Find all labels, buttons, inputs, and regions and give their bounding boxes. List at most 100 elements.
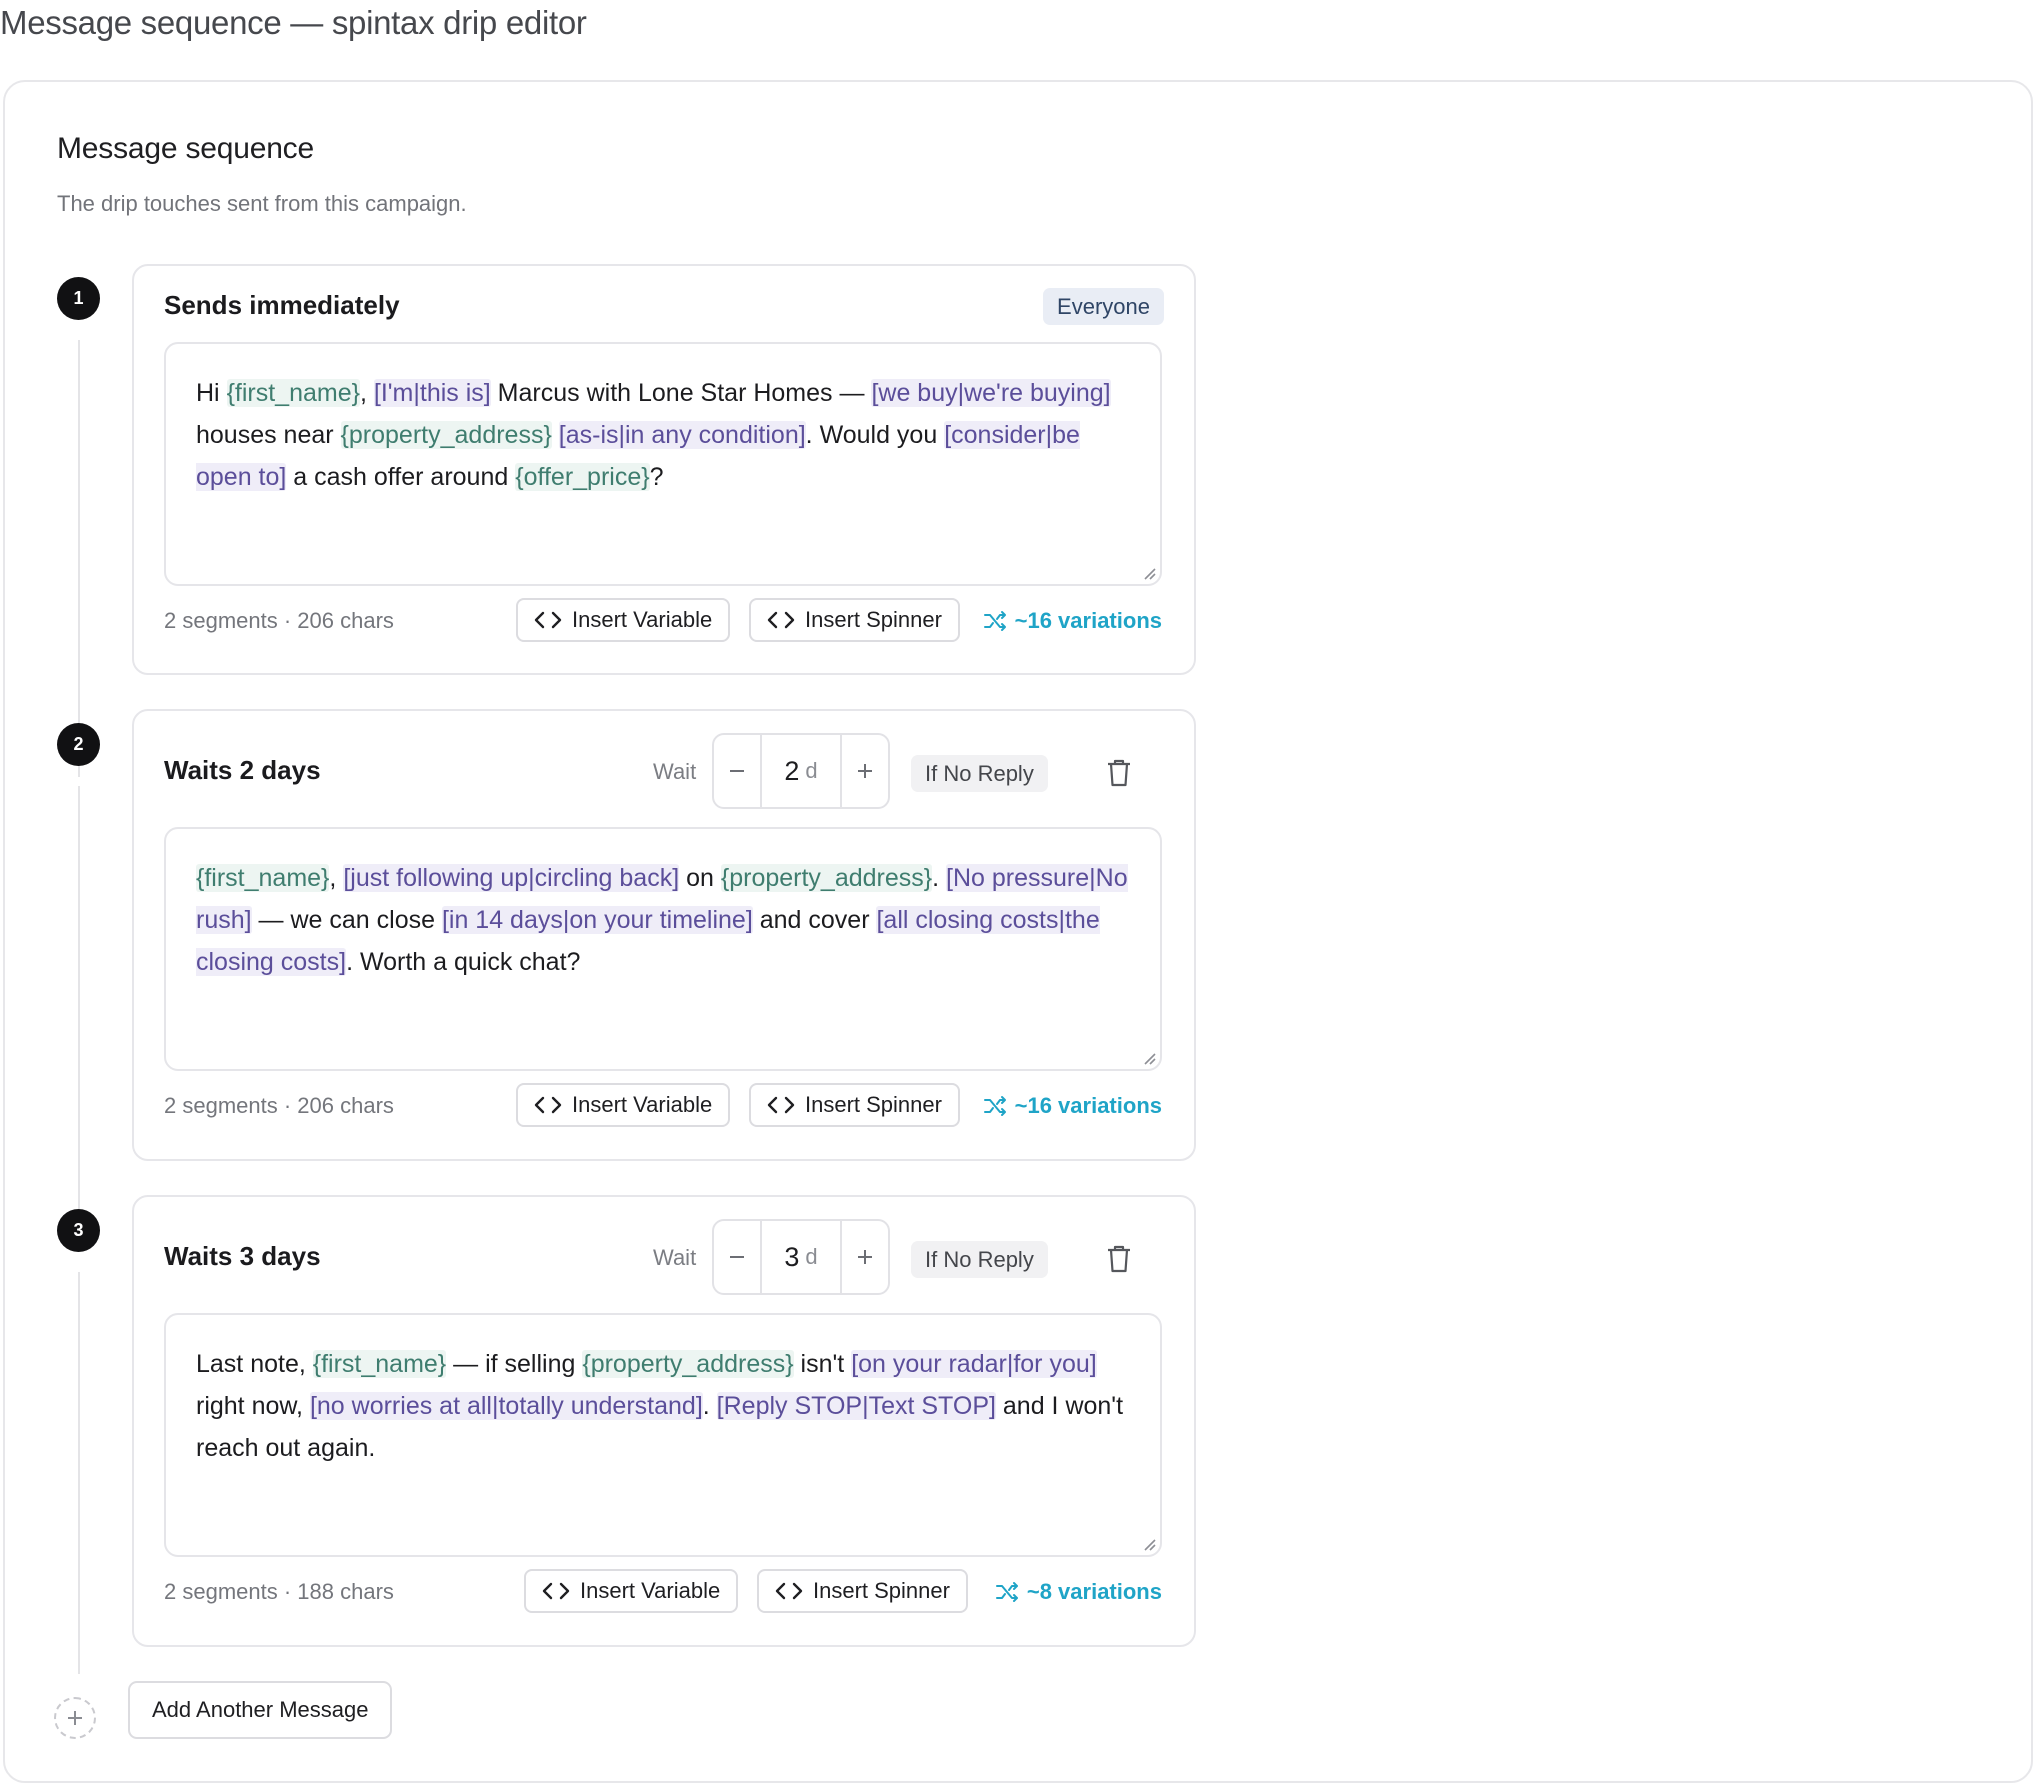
code-brackets-icon: [767, 611, 795, 629]
code-brackets-icon: [534, 611, 562, 629]
variations-link[interactable]: ~8 variations: [995, 1579, 1162, 1605]
code-brackets-icon: [534, 1096, 562, 1114]
message-editor[interactable]: Hi {first_name}, [I'm|this is] Marcus wi…: [164, 342, 1162, 586]
sequence-card: Message sequence The drip touches sent f…: [3, 80, 2033, 1783]
insert-variable-button[interactable]: Insert Variable: [516, 1083, 731, 1127]
step-timing-label: Sends immediately: [164, 290, 400, 320]
variable-token: {offer_price}: [515, 463, 650, 491]
increment-button[interactable]: [842, 735, 888, 807]
message-text-run: . Worth a quick chat?: [346, 948, 581, 976]
shuffle-icon: [995, 1582, 1018, 1602]
wait-days-stepper[interactable]: 2 d: [712, 733, 890, 809]
message-footer: 2 segments · 206 chars Insert Variable I…: [164, 1083, 1162, 1127]
message-text-run: Marcus with Lone Star Homes —: [490, 379, 872, 407]
message-text: Hi {first_name}, [I'm|this is] Marcus wi…: [196, 379, 1111, 491]
delete-step-button[interactable]: [1101, 755, 1137, 791]
decrement-button[interactable]: [714, 735, 760, 807]
insert-spinner-label: Insert Spinner: [805, 1092, 942, 1117]
card-title: Message sequence: [57, 132, 314, 165]
message-text: Last note, {first_name} — if selling {pr…: [196, 1350, 1123, 1462]
message-editor[interactable]: Last note, {first_name} — if selling {pr…: [164, 1313, 1162, 1557]
spinner-token: [I'm|this is]: [373, 379, 491, 407]
trash-icon: [1108, 759, 1130, 787]
spinner-token: [on your radar|for you]: [851, 1350, 1097, 1378]
message-text-run: ?: [649, 463, 664, 491]
decrement-button[interactable]: [714, 1221, 760, 1293]
message-editor[interactable]: {first_name}, [just following up|circlin…: [164, 827, 1162, 1071]
message-text-run: Hi: [196, 379, 227, 407]
message-text-run: isn't: [793, 1350, 852, 1378]
wait-unit: d: [805, 1244, 818, 1269]
shuffle-icon: [983, 1096, 1006, 1116]
variations-count: ~16 variations: [1014, 608, 1162, 633]
add-step-circle[interactable]: [54, 1697, 96, 1739]
step-timing-label: Waits 3 days: [164, 1241, 321, 1271]
step-number-badge: 3: [57, 1209, 100, 1252]
message-text-run: .: [932, 864, 947, 892]
spinner-token: [in 14 days|on your timeline]: [441, 906, 753, 934]
resize-grip-icon[interactable]: [1140, 1049, 1156, 1065]
plus-icon: [858, 1250, 872, 1264]
insert-spinner-button[interactable]: Insert Spinner: [749, 1083, 960, 1127]
insert-spinner-label: Insert Spinner: [805, 607, 942, 632]
insert-variable-label: Insert Variable: [572, 607, 713, 632]
segment-char-count: 2 segments · 188 chars: [164, 1579, 394, 1604]
delete-step-button[interactable]: [1101, 1241, 1137, 1277]
wait-value: 3: [784, 1241, 800, 1272]
add-another-message-button[interactable]: Add Another Message: [128, 1681, 393, 1739]
spinner-token: [just following up|circling back]: [343, 864, 680, 892]
resize-grip-icon[interactable]: [1140, 564, 1156, 580]
minus-icon: [730, 1256, 744, 1258]
insert-variable-label: Insert Variable: [580, 1578, 721, 1603]
variable-token: {property_address}: [582, 1350, 794, 1378]
code-brackets-icon: [767, 1096, 795, 1114]
page-title: Message sequence — spintax drip editor: [0, 4, 587, 41]
increment-button[interactable]: [842, 1221, 888, 1293]
message-text-run: ,: [329, 864, 344, 892]
condition-badge[interactable]: If No Reply: [911, 1241, 1048, 1278]
minus-icon: [730, 770, 744, 772]
message-footer: 2 segments · 206 chars Insert Variable I…: [164, 598, 1162, 642]
segment-char-count: 2 segments · 206 chars: [164, 608, 394, 633]
condition-badge[interactable]: If No Reply: [911, 755, 1048, 792]
insert-variable-button[interactable]: Insert Variable: [524, 1569, 739, 1613]
card-subtitle: The drip touches sent from this campaign…: [57, 191, 467, 216]
message-step-3: Waits 3 days Wait 3 d If No Reply Last n…: [132, 1195, 1196, 1647]
code-brackets-icon: [542, 1582, 570, 1600]
message-text-run: houses near: [196, 421, 341, 449]
message-text-run: .: [702, 1392, 717, 1420]
variations-count: ~16 variations: [1014, 1093, 1162, 1118]
message-text-run: right now,: [196, 1392, 310, 1420]
message-text-run: Last note,: [196, 1350, 313, 1378]
insert-spinner-button[interactable]: Insert Spinner: [757, 1569, 968, 1613]
trash-icon: [1108, 1245, 1130, 1273]
spinner-token: [no worries at all|totally understand]: [309, 1392, 703, 1420]
wait-value-field[interactable]: 2 d: [760, 735, 842, 807]
timeline-line: [78, 340, 80, 777]
code-brackets-icon: [775, 1582, 803, 1600]
message-text-run: and cover: [752, 906, 877, 934]
message-text-run: on: [679, 864, 721, 892]
resize-grip-icon[interactable]: [1140, 1535, 1156, 1551]
variations-count: ~8 variations: [1026, 1579, 1162, 1604]
insert-variable-label: Insert Variable: [572, 1092, 713, 1117]
variable-token: {first_name}: [312, 1350, 447, 1378]
wait-days-stepper[interactable]: 3 d: [712, 1219, 890, 1295]
spinner-token: [Reply STOP|Text STOP]: [716, 1392, 996, 1420]
spinner-token: [we buy|we're buying]: [871, 379, 1111, 407]
variations-link[interactable]: ~16 variations: [983, 608, 1162, 634]
timeline-line: [78, 1272, 80, 1674]
spinner-token: [as-is|in any condition]: [558, 421, 806, 449]
step-number-badge: 1: [57, 277, 100, 320]
step-timing-label: Waits 2 days: [164, 755, 321, 785]
message-footer: 2 segments · 188 chars Insert Variable I…: [164, 1569, 1162, 1613]
wait-value-field[interactable]: 3 d: [760, 1221, 842, 1293]
message-step-1: Sends immediately Everyone Hi {first_nam…: [132, 264, 1196, 675]
insert-spinner-button[interactable]: Insert Spinner: [749, 598, 960, 642]
message-text-run: [552, 421, 559, 449]
wait-label: Wait: [653, 759, 697, 784]
insert-variable-button[interactable]: Insert Variable: [516, 598, 731, 642]
audience-badge[interactable]: Everyone: [1043, 288, 1164, 325]
variations-link[interactable]: ~16 variations: [983, 1093, 1162, 1119]
shuffle-icon: [983, 611, 1006, 631]
